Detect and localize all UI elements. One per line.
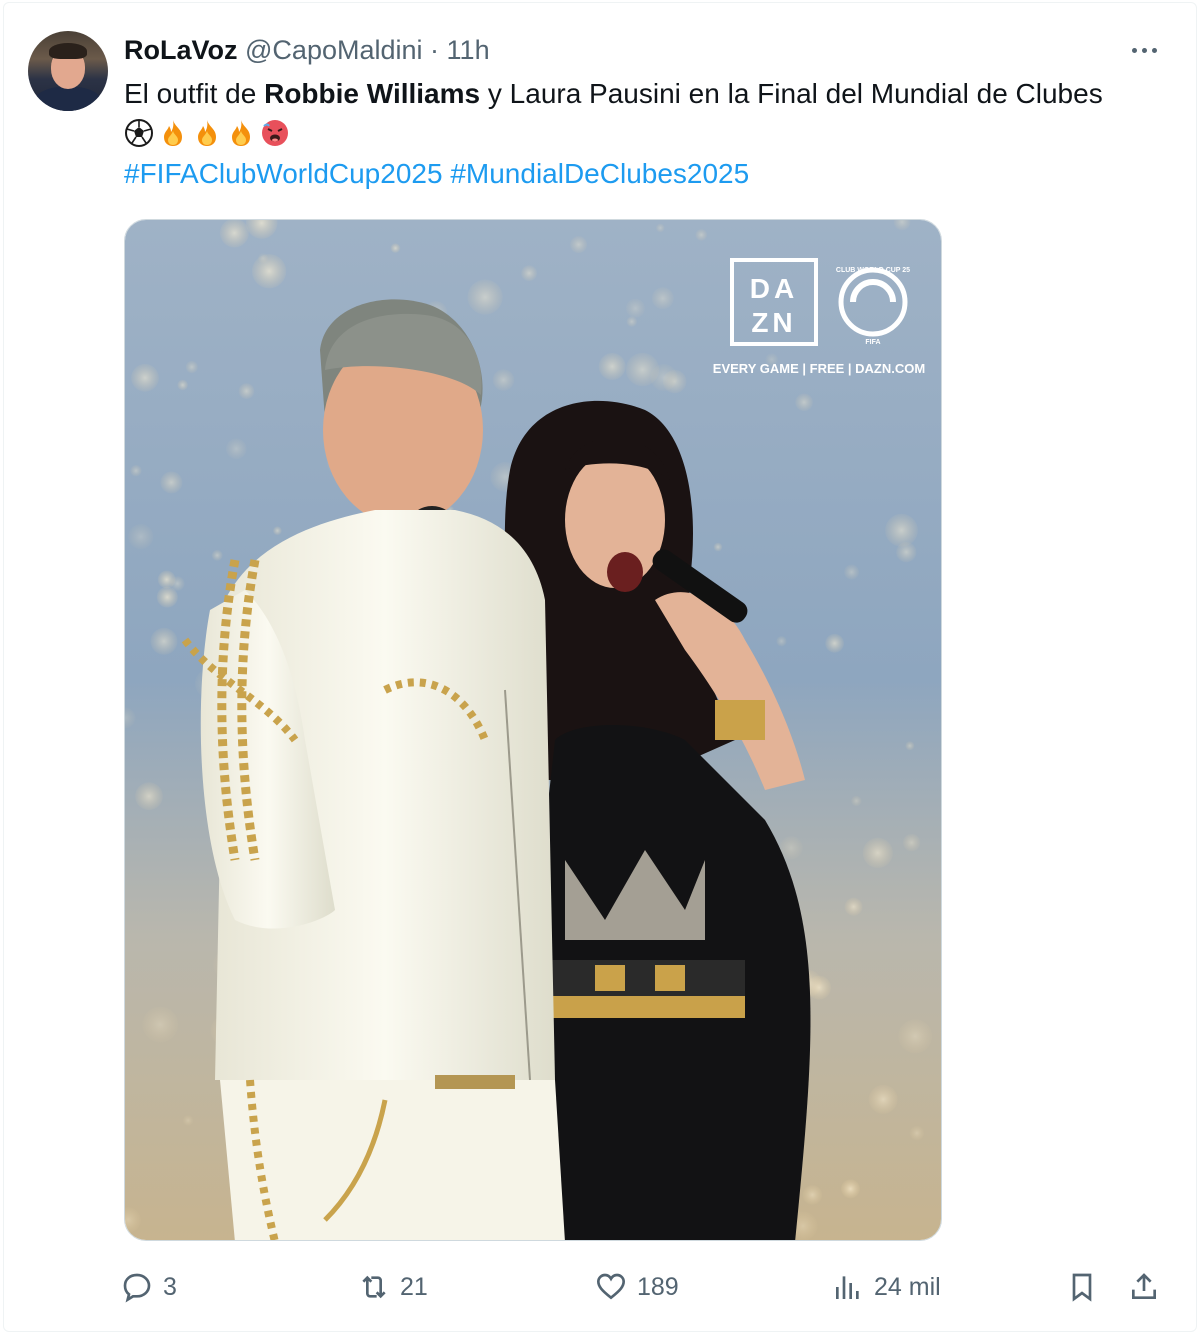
hashtags: #FIFAClubWorldCup2025 #MundialDeClubes20… (124, 158, 749, 189)
bokeh-light (695, 229, 708, 241)
bokeh-light (851, 795, 862, 807)
bookmark-icon (1072, 1273, 1092, 1302)
dazn-logo-line2: ZN (751, 307, 796, 338)
bokeh-light (177, 379, 188, 391)
repost-button[interactable]: 21 (358, 1265, 428, 1309)
share-icon (1132, 1273, 1156, 1299)
bokeh-light (885, 513, 918, 547)
bokeh-light (626, 316, 637, 327)
bokeh-light (273, 526, 282, 536)
views-count: 24 mil (874, 1272, 941, 1301)
bokeh-light (902, 833, 921, 852)
heart-icon (596, 1273, 626, 1300)
views-button[interactable]: 24 mil (832, 1265, 941, 1309)
bokeh-light (156, 586, 178, 608)
bokeh-light (131, 363, 159, 392)
badge-sub: FIFA (865, 339, 880, 346)
bokeh-light (130, 465, 142, 477)
bokeh-light (868, 1084, 898, 1114)
bokeh-light (157, 570, 176, 589)
bokeh-light (795, 393, 813, 412)
bokeh-light (150, 627, 178, 655)
bokeh-light (185, 360, 198, 374)
bokeh-light (844, 564, 860, 580)
bokeh-light (802, 1185, 823, 1205)
dazn-logo-line1: DA (750, 273, 798, 304)
bokeh-light (467, 279, 503, 315)
share-button[interactable] (1128, 1265, 1160, 1309)
bokeh-light (238, 383, 255, 399)
bookmark-button[interactable] (1066, 1265, 1098, 1309)
bokeh-light (841, 1179, 860, 1199)
bokeh-light (598, 353, 626, 380)
bokeh-light (905, 741, 915, 751)
bokeh-light (128, 524, 154, 550)
bokeh-light (656, 223, 665, 233)
more-icon[interactable] (1124, 33, 1164, 67)
tweet-actions: 3 21 189 24 mil (4, 1265, 1196, 1309)
bokeh-light (521, 265, 537, 282)
tweet-text-end: y Laura Pausini en la Final del Mundial … (480, 78, 1103, 109)
tweet-text-start: El outfit de (124, 78, 265, 109)
bokeh-light (625, 298, 645, 318)
bokeh-light (257, 253, 269, 264)
repost-count: 21 (400, 1272, 428, 1301)
author-handle[interactable]: @CapoMaldini (245, 35, 423, 65)
repost-icon (362, 1275, 386, 1299)
views-icon (836, 1276, 859, 1299)
bokeh-light (135, 782, 163, 811)
reply-count: 3 (163, 1272, 177, 1301)
fire-icon (198, 120, 216, 146)
hashtag-link[interactable]: #MundialDeClubes2025 (450, 158, 749, 189)
fire-icon (232, 120, 250, 146)
like-count: 189 (637, 1272, 679, 1301)
bokeh-light (776, 636, 787, 647)
tweet-photo[interactable]: DA ZN CLUB WORLD CUP 25 FIFA EVERY GAME … (124, 219, 942, 1241)
tweet-card[interactable]: RoLaVoz @CapoMaldini · 11h El outfit de … (3, 2, 1197, 1332)
hashtag-link[interactable]: #FIFAClubWorldCup2025 (124, 158, 443, 189)
bokeh-light (651, 287, 674, 310)
header-separator: · (430, 35, 440, 65)
hot-face-icon (262, 120, 288, 146)
photo-image: DA ZN CLUB WORLD CUP 25 FIFA EVERY GAME … (125, 220, 941, 1240)
bokeh-light (625, 352, 660, 387)
tweet-header: RoLaVoz @CapoMaldini · 11h (124, 33, 490, 67)
bokeh-light (909, 1125, 925, 1141)
bokeh-light (862, 837, 893, 869)
bokeh-light (713, 542, 723, 552)
soccer-ball-icon (125, 119, 153, 147)
tweet-text: El outfit de Robbie Williams y Laura Pau… (124, 74, 1124, 194)
reply-button[interactable]: 3 (121, 1265, 177, 1309)
tweet-timestamp[interactable]: 11h (447, 35, 490, 65)
bokeh-light (844, 897, 863, 916)
bokeh-light (252, 254, 287, 289)
bokeh-light (492, 369, 515, 391)
bokeh-light (142, 1006, 179, 1043)
author-display-name[interactable]: RoLaVoz (124, 35, 238, 65)
bokeh-light (570, 236, 588, 254)
like-button[interactable]: 189 (595, 1265, 679, 1309)
bokeh-light (825, 633, 844, 653)
dazn-tagline: EVERY GAME | FREE | DAZN.COM (713, 361, 925, 376)
bokeh-light (211, 549, 223, 561)
bokeh-light (160, 471, 183, 494)
avatar[interactable] (28, 31, 108, 111)
fire-icon (164, 120, 182, 146)
bokeh-light (898, 1019, 933, 1054)
bokeh-light (390, 243, 401, 253)
bokeh-light (182, 1115, 194, 1126)
tweet-text-bold: Robbie Williams (264, 78, 481, 109)
bokeh-light (226, 438, 247, 460)
reply-icon (123, 1273, 151, 1303)
badge-text: CLUB WORLD CUP 25 (836, 267, 910, 274)
